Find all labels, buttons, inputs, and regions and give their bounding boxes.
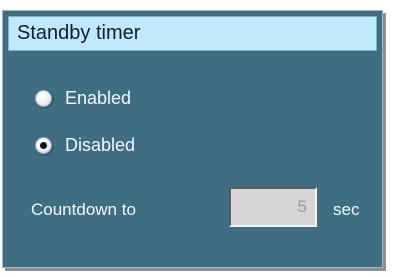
- radio-selected-dot: [40, 141, 47, 149]
- disabled-label: Disabled: [65, 134, 136, 155]
- panel-title: Standby timer: [17, 22, 141, 44]
- standby-timer-panel: Standby timer Enabled Disabled Countdown…: [2, 10, 383, 268]
- panel-header: Standby timer: [8, 16, 377, 51]
- enabled-option[interactable]: Enabled: [35, 85, 131, 111]
- disabled-radio[interactable]: [35, 136, 52, 154]
- disabled-option[interactable]: Disabled: [35, 132, 135, 158]
- enabled-label: Enabled: [65, 87, 132, 108]
- enabled-radio[interactable]: [35, 89, 52, 107]
- countdown-label: Countdown to: [31, 200, 136, 219]
- countdown-unit-label: sec: [333, 200, 360, 219]
- countdown-input[interactable]: [229, 187, 317, 227]
